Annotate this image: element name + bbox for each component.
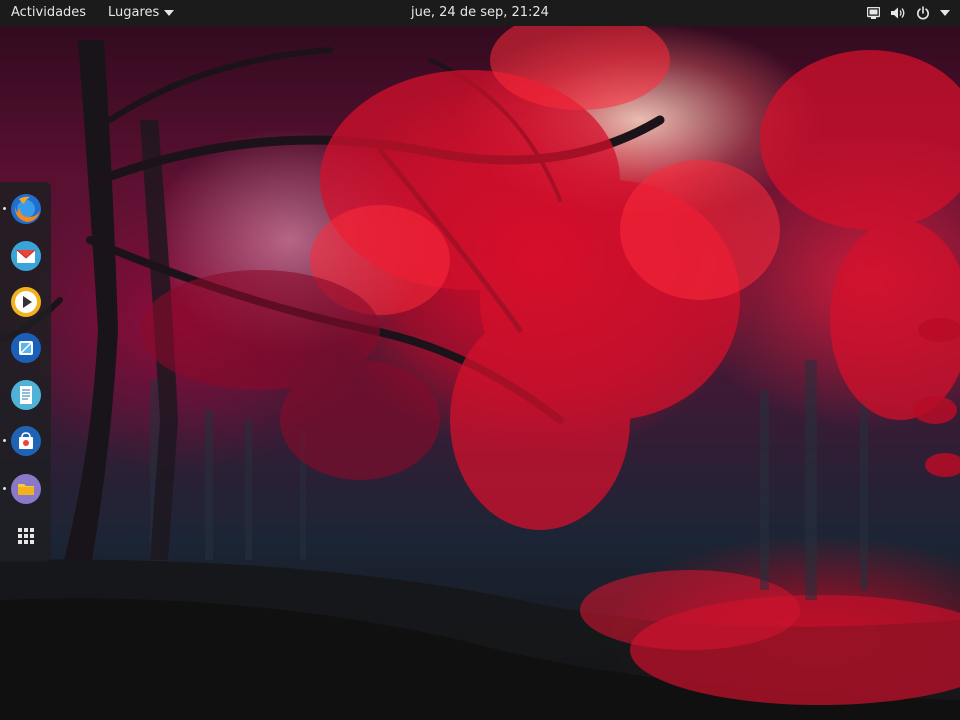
mail-launcher[interactable] [10, 240, 42, 272]
forest-scene [0, 10, 960, 720]
media-player-icon [11, 287, 41, 317]
firefox-icon [11, 194, 41, 224]
files-icon [11, 474, 41, 504]
software-icon [11, 426, 41, 456]
app-grid-icon [18, 528, 34, 544]
text-editor-launcher[interactable] [10, 379, 42, 411]
clock[interactable]: jue, 24 de sep, 21:24 [0, 0, 960, 26]
display-icon [865, 0, 881, 26]
running-indicator [3, 439, 6, 442]
app-store-launcher[interactable] [10, 332, 42, 364]
mail-icon [11, 241, 41, 271]
firefox-launcher[interactable] [10, 193, 42, 225]
software-launcher[interactable] [10, 425, 42, 457]
running-indicator [3, 207, 6, 210]
dash-dock [0, 182, 51, 562]
files-launcher[interactable] [10, 473, 42, 505]
system-menu[interactable] [865, 0, 950, 26]
show-applications-button[interactable] [10, 520, 42, 552]
power-icon [915, 0, 931, 26]
top-bar: Actividades Lugares jue, 24 de sep, 21:2… [0, 0, 960, 26]
text-editor-icon [11, 380, 41, 410]
running-indicator [3, 487, 6, 490]
app-store-icon [11, 333, 41, 363]
desktop-wallpaper [0, 0, 960, 720]
volume-icon [890, 0, 906, 26]
media-player-launcher[interactable] [10, 286, 42, 318]
chevron-down-icon [940, 10, 950, 16]
